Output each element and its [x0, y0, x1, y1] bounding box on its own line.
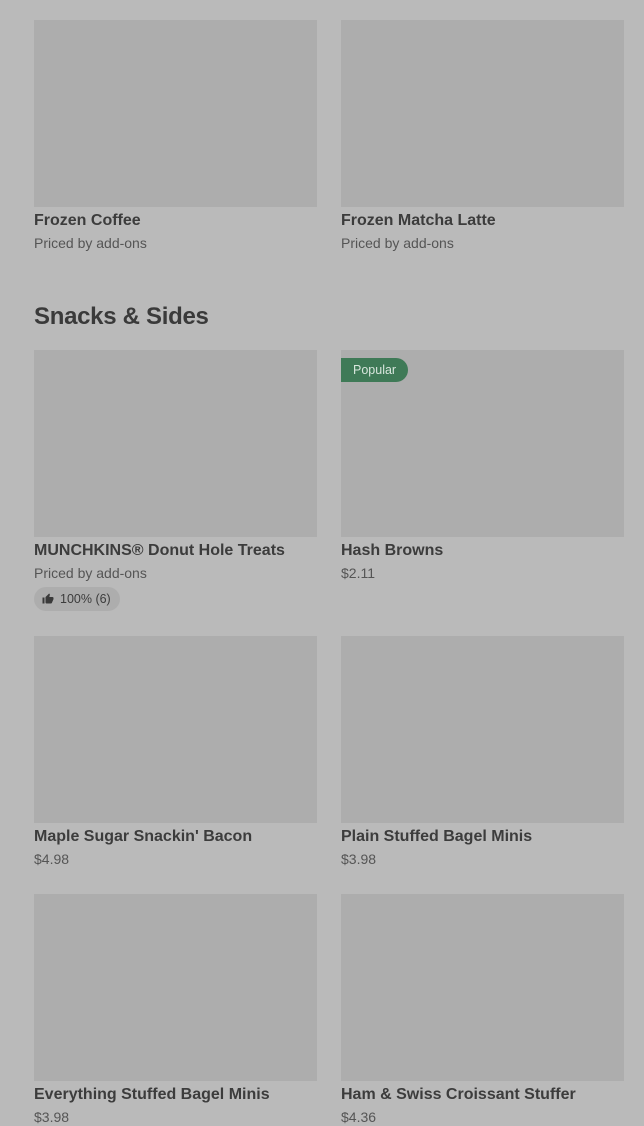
item-price: $3.98 [341, 851, 377, 867]
item-price: $2.11 [341, 565, 375, 581]
snacks-row-2: Maple Sugar Snackin' Bacon $4.98 Plain S… [34, 636, 624, 868]
item-image: Popular [341, 350, 624, 537]
menu-item-card[interactable]: Ham & Swiss Croissant Stuffer $4.36 [341, 894, 624, 1126]
item-name: MUNCHKINS® Donut Hole Treats [34, 542, 285, 559]
menu-item-card[interactable]: MUNCHKINS® Donut Hole Treats Priced by a… [34, 350, 317, 611]
menu-item-card[interactable]: Plain Stuffed Bagel Minis $3.98 [341, 636, 624, 868]
frozen-items-grid: Frozen Coffee Priced by add-ons Frozen M… [34, 20, 624, 252]
item-name: Everything Stuffed Bagel Minis [34, 1086, 270, 1103]
item-price: Priced by add-ons [34, 235, 147, 251]
item-name: Frozen Coffee [34, 212, 141, 229]
snacks-row-3: Everything Stuffed Bagel Minis $3.98 Ham… [34, 894, 624, 1126]
snacks-row-1: MUNCHKINS® Donut Hole Treats Priced by a… [34, 350, 624, 611]
item-image [34, 636, 317, 823]
item-image [341, 894, 624, 1081]
item-name: Plain Stuffed Bagel Minis [341, 828, 533, 845]
item-name: Frozen Matcha Latte [341, 212, 496, 229]
item-price: Priced by add-ons [341, 235, 454, 251]
menu-item-card[interactable]: Maple Sugar Snackin' Bacon $4.98 [34, 636, 317, 868]
item-name: Ham & Swiss Croissant Stuffer [341, 1086, 576, 1103]
item-price: $4.36 [341, 1109, 377, 1125]
rating-badge: 100% (6) [34, 587, 120, 611]
menu-item-card[interactable]: Popular Hash Browns $2.11 [341, 350, 624, 611]
thumbs-up-icon [42, 593, 54, 604]
menu-item-card[interactable]: Frozen Coffee Priced by add-ons [34, 20, 317, 252]
item-price: Priced by add-ons [34, 565, 147, 581]
popular-badge: Popular [341, 358, 409, 382]
item-image [34, 20, 317, 207]
menu-item-card[interactable]: Frozen Matcha Latte Priced by add-ons [341, 20, 624, 252]
item-image [34, 894, 317, 1081]
item-image [34, 350, 317, 537]
item-name: Maple Sugar Snackin' Bacon [34, 828, 253, 845]
menu-item-card[interactable]: Everything Stuffed Bagel Minis $3.98 [34, 894, 317, 1126]
item-price: $3.98 [34, 1109, 70, 1125]
section-title: Snacks & Sides [34, 303, 209, 330]
item-name: Hash Browns [341, 542, 444, 559]
item-image [341, 20, 624, 207]
rating-text: 100% (6) [60, 592, 111, 606]
item-price: $4.98 [34, 851, 70, 867]
item-image [341, 636, 624, 823]
